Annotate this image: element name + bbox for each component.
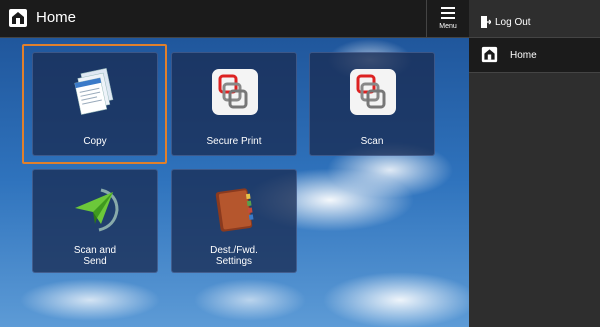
scan-label: Scan [360,136,384,147]
secure-print-icon [212,69,258,115]
logout-icon [481,16,491,28]
dest-fwd-settings-tile[interactable]: Dest./Fwd. Settings [171,169,297,273]
scan-and-send-tile[interactable]: Scan and Send [32,169,158,273]
home-screen: Home Menu Copy Secure Print Scan Scan an… [0,0,469,327]
dest-fwd-label-line2: Settings [215,256,253,267]
address-book-icon [215,188,254,232]
menu-button[interactable]: Menu [426,0,469,37]
sidebar-home-label: Home [510,50,537,61]
page-title: Home [36,9,77,26]
logout-label: Log Out [495,17,531,28]
scan-tile[interactable]: Scan [309,52,435,156]
home-icon [481,46,498,63]
logout-button[interactable]: Log Out [469,10,600,36]
hamburger-icon [441,7,455,22]
secure-print-tile[interactable]: Secure Print [171,52,297,156]
sidebar-item-home[interactable]: Home [469,37,600,73]
scan-and-send-label-line2: Send [83,256,107,267]
home-icon [9,9,27,27]
focus-highlight [22,44,167,164]
scan-and-send-label-line1: Scan and [73,245,117,256]
scan-icon [350,69,396,115]
top-bar: Home Menu [0,0,469,38]
secure-print-label: Secure Print [206,136,262,147]
dest-fwd-label-line1: Dest./Fwd. [210,245,258,256]
menu-label: Menu [439,23,457,30]
paper-plane-icon [75,188,119,232]
sidebar: Log Out Home [469,0,600,327]
